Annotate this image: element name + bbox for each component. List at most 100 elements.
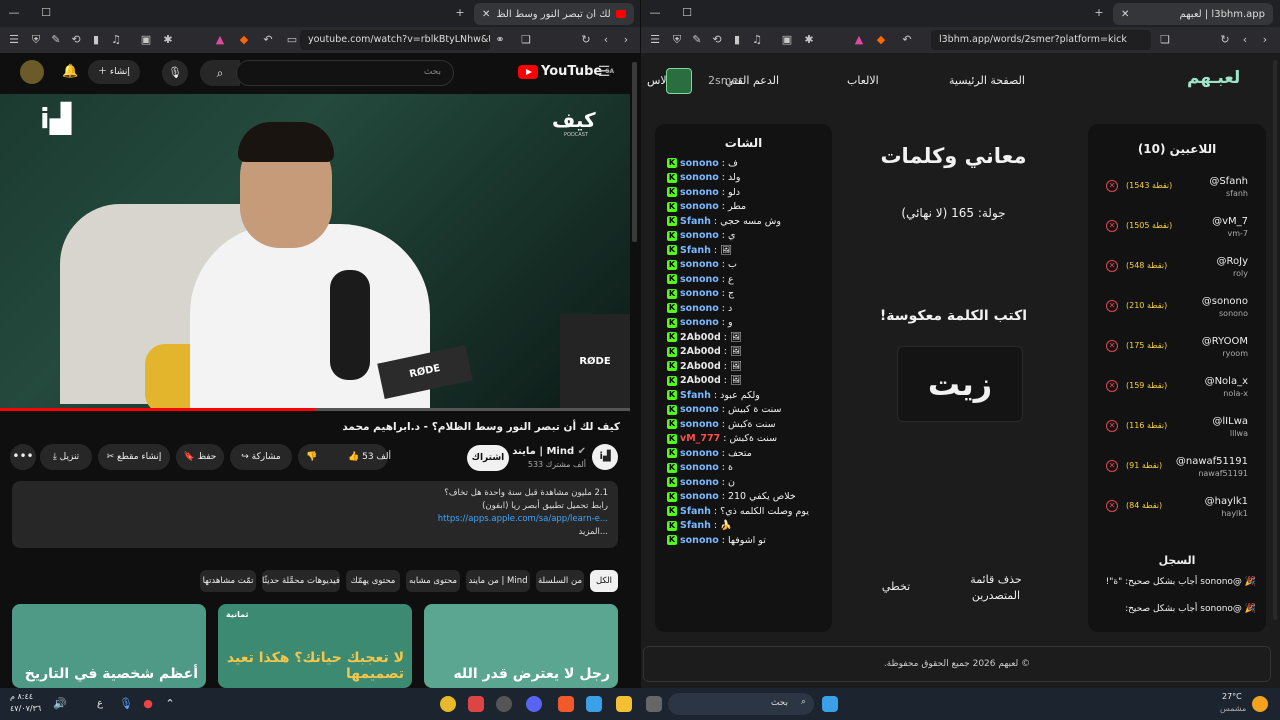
dislike-button[interactable]: 👎 <box>306 444 317 470</box>
clock-time[interactable]: ٨:٤٤ م <box>10 692 33 701</box>
brave-shield-icon[interactable]: ◆ <box>236 32 252 48</box>
close-tab-icon[interactable]: ✕ <box>1121 9 1129 20</box>
video-progress-track[interactable] <box>0 408 630 411</box>
menu-icon[interactable]: ☰ <box>6 32 22 48</box>
chat-username[interactable]: sonono <box>680 462 719 473</box>
remove-player-icon[interactable]: ✕ <box>1106 420 1118 432</box>
address-bar[interactable]: l3bhm.app/words/2smer?platform=kick <box>931 30 1151 50</box>
remove-player-icon[interactable]: ✕ <box>1106 220 1118 232</box>
chat-username[interactable]: Sfanh <box>680 390 711 401</box>
tab-youtube[interactable]: ✕ كيف لك أن تبصر النور وسط الظ <box>474 3 634 25</box>
channel-name[interactable]: مايند | Mind ✔ <box>500 446 586 457</box>
description-link[interactable]: https://apps.apple.com/sa/app/learn-e... <box>22 513 608 526</box>
brave-icon[interactable] <box>558 696 574 712</box>
chat-username[interactable]: sonono <box>680 172 719 183</box>
chat-username[interactable]: sonono <box>680 404 719 415</box>
chat-username[interactable]: sonono <box>680 303 719 314</box>
taskbar-search[interactable]: بحث ⌕ <box>668 693 814 715</box>
clear-leaderboard-button[interactable]: حذف قائمة المتصدرين <box>956 572 1036 604</box>
chat-username[interactable]: sonono <box>680 419 719 430</box>
chip-watched[interactable]: تمّت مشاهدتها <box>200 570 256 592</box>
new-tab-icon[interactable]: + <box>1091 5 1107 21</box>
chat-username[interactable]: sonono <box>680 274 719 285</box>
remove-player-icon[interactable]: ✕ <box>1106 180 1118 192</box>
chat-username[interactable]: sonono <box>680 477 719 488</box>
chat-username[interactable]: sonono <box>680 201 719 212</box>
channel-avatar[interactable]: i▟ <box>592 444 618 470</box>
menu-icon[interactable]: ☰ <box>647 32 663 48</box>
chat-username[interactable]: sonono <box>680 535 719 546</box>
reload-icon[interactable]: ↻ <box>1217 32 1233 48</box>
maximize-icon[interactable]: ☐ <box>679 5 695 21</box>
history-icon[interactable]: ⟲ <box>709 32 725 48</box>
remove-player-icon[interactable]: ✕ <box>1106 380 1118 392</box>
create-button[interactable]: ＋ إنشاء <box>88 60 140 84</box>
chat-username[interactable]: sonono <box>680 158 719 169</box>
language-indicator[interactable]: ع <box>92 696 108 712</box>
extensions-icon[interactable]: ✱ <box>801 32 817 48</box>
github-icon[interactable] <box>496 696 512 712</box>
sidebar-icon[interactable]: ▮ <box>88 32 104 48</box>
chip-recent[interactable]: فيديوهات محمَّلة حديثًا <box>262 570 340 592</box>
sidebar-icon[interactable]: ▮ <box>729 32 745 48</box>
search-button[interactable]: ⌕ <box>200 60 240 86</box>
screen-icon[interactable]: ▭ <box>284 32 300 48</box>
avatar[interactable] <box>20 60 44 84</box>
discord-icon[interactable] <box>526 696 542 712</box>
chat-username[interactable]: Sfanh <box>680 216 711 227</box>
clock-date[interactable]: ٤٧/٠٧/٣٦ <box>10 704 41 713</box>
thumbnail-2[interactable]: ثمانية لا تعجبك حياتك؟ هكذا تعيد تصميمها <box>218 604 412 688</box>
thumbnail-1[interactable]: أعظم شخصية في التاريخ <box>12 604 206 688</box>
chat-username[interactable]: sonono <box>680 317 719 328</box>
chat-username[interactable]: Sfanh <box>680 520 711 531</box>
chevron-up-icon[interactable]: ⌃ <box>162 696 178 712</box>
user-avatar[interactable] <box>666 68 692 94</box>
remove-player-icon[interactable]: ✕ <box>1106 260 1118 272</box>
triangle-icon[interactable]: ▲ <box>851 32 867 48</box>
more-actions-button[interactable]: ••• <box>10 444 36 470</box>
hamburger-icon[interactable]: ☰ <box>596 64 612 80</box>
skip-button[interactable]: تخطي <box>876 580 916 593</box>
site-logo[interactable]: لعبـهم <box>1187 68 1240 88</box>
chat-username[interactable]: 2Ab00d <box>680 361 721 372</box>
triangle-icon[interactable]: ▲ <box>212 32 228 48</box>
store-icon[interactable] <box>586 696 602 712</box>
folder-icon[interactable] <box>616 696 632 712</box>
download-button[interactable]: ⤓ تنزيل <box>40 444 92 470</box>
link-icon[interactable]: ⚭ <box>492 32 508 48</box>
video-player[interactable]: i▟ كيف PODCAST RØDE RØDE <box>0 94 630 410</box>
app-red-icon[interactable] <box>468 696 484 712</box>
back-arrow-icon[interactable]: ↶ <box>260 32 276 48</box>
clip-button[interactable]: ✂ إنشاء مقطع <box>98 444 170 470</box>
wallet-icon[interactable]: ▣ <box>779 32 795 48</box>
maximize-icon[interactable]: ☐ <box>38 5 54 21</box>
tab-l3bhm[interactable]: ✕ لعبهم | l3bhm.app <box>1113 3 1273 25</box>
back-arrow-icon[interactable]: ↶ <box>899 32 915 48</box>
nav-home[interactable]: الصفحة الرئيسية <box>949 74 1025 87</box>
search-input[interactable]: بحث <box>236 60 454 86</box>
pin-icon[interactable]: ✎ <box>48 32 64 48</box>
subscribe-button[interactable]: اشتراك <box>467 445 509 471</box>
task-view-icon[interactable] <box>646 696 662 712</box>
chrome-icon[interactable] <box>440 696 456 712</box>
reload-icon[interactable]: ↻ <box>578 32 594 48</box>
chip-for-you[interactable]: محتوى يهمّك <box>346 570 400 592</box>
remove-player-icon[interactable]: ✕ <box>1106 340 1118 352</box>
chat-username[interactable]: sonono <box>680 491 719 502</box>
chat-username[interactable]: sonono <box>680 259 719 270</box>
chip-all[interactable]: الكل <box>590 570 618 592</box>
video-description[interactable]: 2.1 مليون مشاهدة قبل سنة واحدة هل تخاف؟ … <box>12 481 618 548</box>
chat-username[interactable]: 2Ab00d <box>680 332 721 343</box>
mic-tray-icon[interactable]: 🎙 <box>118 696 134 712</box>
chat-username[interactable]: 2Ab00d <box>680 375 721 386</box>
mic-button[interactable]: 🎙 <box>162 60 188 86</box>
share-button[interactable]: ↪ مشاركة <box>230 444 292 470</box>
like-button[interactable]: 👍 53 ألف <box>348 444 391 470</box>
chat-username[interactable]: sonono <box>680 448 719 459</box>
remove-player-icon[interactable]: ✕ <box>1106 460 1118 472</box>
chevron-left-icon[interactable]: ‹ <box>1237 32 1253 48</box>
bookmark-icon[interactable]: ❏ <box>1157 32 1173 48</box>
chip-from-channel[interactable]: من مايند | Mind <box>466 570 530 592</box>
chat-username[interactable]: sonono <box>680 230 719 241</box>
speaker-icon[interactable]: 🔊 <box>52 696 68 712</box>
